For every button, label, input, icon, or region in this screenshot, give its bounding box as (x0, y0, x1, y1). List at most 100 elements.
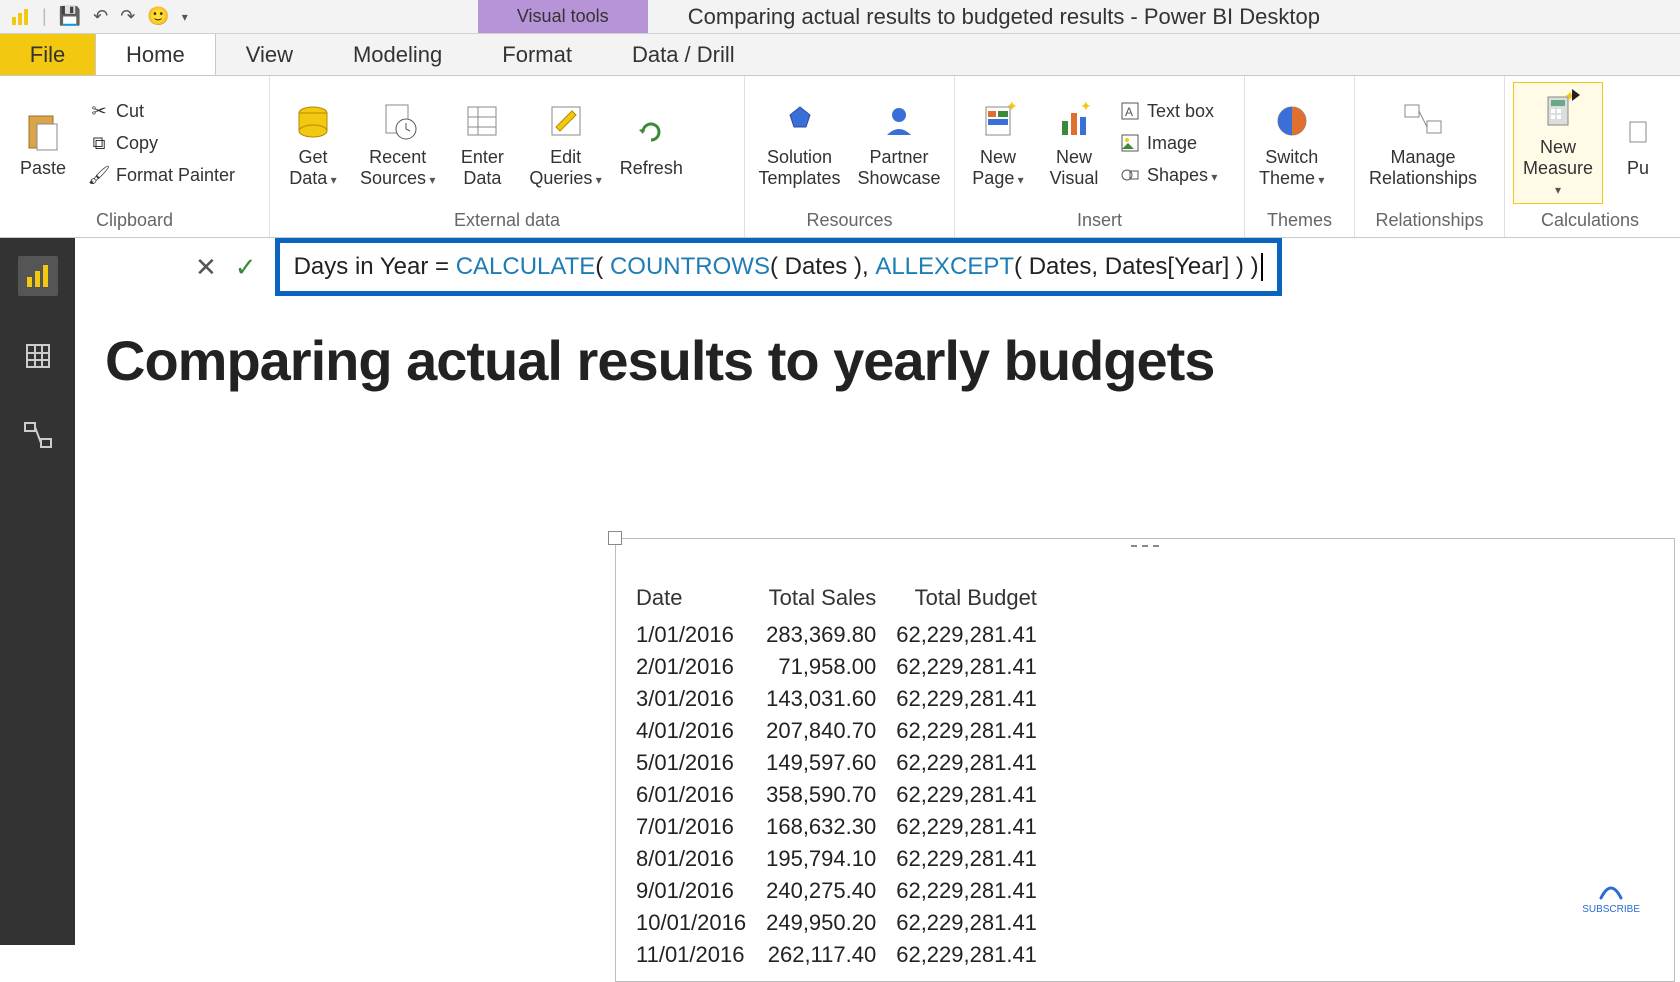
switch-theme-button[interactable]: Switch Theme (1253, 93, 1330, 192)
tab-file[interactable]: File (0, 34, 95, 75)
solution-templates-button[interactable]: Solution Templates (753, 93, 846, 192)
svg-text:A: A (1125, 105, 1133, 119)
table-row[interactable]: 5/01/2016149,597.6062,229,281.41 (636, 747, 1057, 779)
nav-model-view[interactable] (18, 416, 58, 456)
tab-home[interactable]: Home (95, 34, 216, 75)
manage-relationships-button[interactable]: Manage Relationships (1363, 93, 1483, 192)
get-data-icon (289, 97, 337, 145)
ribbon-group-insert: ✦ New Page ✦ New Visual AText box Image … (955, 76, 1245, 237)
smiley-icon[interactable]: 🙂 (147, 6, 169, 27)
manage-relationships-label: Manage Relationships (1369, 147, 1477, 188)
formula-text-prefix: Days in Year = (294, 253, 456, 281)
group-label-relationships: Relationships (1363, 206, 1496, 237)
table-row[interactable]: 8/01/2016195,794.1062,229,281.41 (636, 843, 1057, 875)
ribbon-group-resources: Solution Templates Partner Showcase Reso… (745, 76, 955, 237)
tab-modeling[interactable]: Modeling (323, 34, 472, 75)
contextual-tab-visual-tools[interactable]: Visual tools (478, 0, 648, 33)
edit-queries-label: Edit Queries (529, 147, 601, 188)
tab-format[interactable]: Format (472, 34, 602, 75)
paste-button[interactable]: Paste (8, 104, 78, 183)
new-page-button[interactable]: ✦ New Page (963, 93, 1033, 192)
table-row[interactable]: 11/01/2016262,117.4062,229,281.41 (636, 939, 1057, 971)
image-button[interactable]: Image (1115, 130, 1221, 156)
refresh-button[interactable]: Refresh (614, 104, 689, 183)
cut-button[interactable]: ✂Cut (84, 98, 239, 124)
save-icon[interactable]: 💾 (59, 6, 81, 27)
table-row[interactable]: 3/01/2016143,031.6062,229,281.41 (636, 683, 1057, 715)
cell-budget: 62,229,281.41 (896, 683, 1057, 715)
data-table: Date Total Sales Total Budget 1/01/20162… (636, 579, 1057, 971)
text-box-button[interactable]: AText box (1115, 98, 1221, 124)
formula-commit-icon[interactable]: ✓ (235, 252, 257, 283)
cell-sales: 168,632.30 (766, 811, 896, 843)
formula-text-mid1: ( (595, 253, 610, 281)
group-label-external-data: External data (278, 206, 736, 237)
table-row[interactable]: 1/01/2016283,369.8062,229,281.41 (636, 619, 1057, 651)
undo-icon[interactable]: ↶ (93, 6, 108, 27)
cell-budget: 62,229,281.41 (896, 747, 1057, 779)
svg-text:✦: ✦ (1080, 101, 1092, 114)
formula-fn-calculate: CALCULATE (456, 253, 596, 281)
formula-fn-countrows: COUNTROWS (610, 253, 770, 281)
col-header-budget[interactable]: Total Budget (896, 579, 1057, 619)
table-visual[interactable]: Date Total Sales Total Budget 1/01/20162… (615, 538, 1675, 982)
left-nav (0, 238, 75, 945)
cell-budget: 62,229,281.41 (896, 651, 1057, 683)
cell-date: 2/01/2016 (636, 651, 766, 683)
image-icon (1119, 132, 1141, 154)
cell-budget: 62,229,281.41 (896, 715, 1057, 747)
cell-budget: 62,229,281.41 (896, 875, 1057, 907)
new-measure-button[interactable]: ✦ New Measure (1513, 82, 1603, 204)
edit-queries-button[interactable]: Edit Queries (523, 93, 607, 192)
text-box-icon: A (1119, 100, 1141, 122)
table-row[interactable]: 7/01/2016168,632.3062,229,281.41 (636, 811, 1057, 843)
enter-data-icon (458, 97, 506, 145)
tab-view[interactable]: View (216, 34, 323, 75)
get-data-button[interactable]: Get Data (278, 93, 348, 192)
cell-budget: 62,229,281.41 (896, 619, 1057, 651)
paste-label: Paste (20, 158, 66, 179)
resize-handle-icon[interactable] (608, 531, 622, 545)
subscribe-watermark: SUBSCRIBE (1582, 882, 1640, 915)
table-row[interactable]: 4/01/2016207,840.7062,229,281.41 (636, 715, 1057, 747)
enter-data-button[interactable]: Enter Data (447, 93, 517, 192)
nav-report-view[interactable] (18, 256, 58, 296)
paste-icon (19, 108, 67, 156)
table-row[interactable]: 6/01/2016358,590.7062,229,281.41 (636, 779, 1057, 811)
copy-button[interactable]: ⧉Copy (84, 130, 239, 156)
table-row[interactable]: 9/01/2016240,275.4062,229,281.41 (636, 875, 1057, 907)
recent-sources-button[interactable]: Recent Sources (354, 93, 441, 192)
cell-date: 11/01/2016 (636, 939, 766, 971)
shapes-button[interactable]: Shapes (1115, 162, 1221, 188)
ribbon-group-external-data: Get Data Recent Sources Enter Data Edit … (270, 76, 745, 237)
formula-text-mid3: ( Dates, Dates[Year] ) ) (1014, 253, 1259, 281)
table-row[interactable]: 10/01/2016249,950.2062,229,281.41 (636, 907, 1057, 939)
refresh-label: Refresh (620, 158, 683, 179)
nav-data-view[interactable] (18, 336, 58, 376)
formula-input[interactable]: Days in Year = CALCULATE( COUNTROWS ( Dat… (275, 238, 1282, 296)
ribbon-group-relationships: Manage Relationships Relationships (1355, 76, 1505, 237)
cell-date: 8/01/2016 (636, 843, 766, 875)
cell-sales: 207,840.70 (766, 715, 896, 747)
table-row[interactable]: 2/01/201671,958.0062,229,281.41 (636, 651, 1057, 683)
cut-icon: ✂ (88, 100, 110, 122)
new-visual-label: New Visual (1050, 147, 1099, 188)
tab-data-drill[interactable]: Data / Drill (602, 34, 765, 75)
cell-sales: 149,597.60 (766, 747, 896, 779)
qat-dropdown-icon[interactable]: ▾ (182, 10, 188, 24)
drag-grip-icon[interactable] (1131, 545, 1159, 551)
group-label-resources: Resources (753, 206, 946, 237)
ribbon-group-themes: Switch Theme Themes (1245, 76, 1355, 237)
format-painter-icon: 🖌 (88, 164, 110, 186)
format-painter-button[interactable]: 🖌Format Painter (84, 162, 239, 188)
cell-date: 9/01/2016 (636, 875, 766, 907)
window-title: Comparing actual results to budgeted res… (648, 0, 1680, 33)
partner-showcase-button[interactable]: Partner Showcase (852, 93, 946, 192)
publish-button-partial[interactable]: Pu (1609, 104, 1667, 183)
redo-icon[interactable]: ↷ (120, 6, 135, 27)
col-header-date[interactable]: Date (636, 579, 766, 619)
formula-cancel-icon[interactable]: ✕ (195, 252, 217, 283)
app-icon (10, 7, 30, 27)
new-visual-button[interactable]: ✦ New Visual (1039, 93, 1109, 192)
col-header-sales[interactable]: Total Sales (766, 579, 896, 619)
